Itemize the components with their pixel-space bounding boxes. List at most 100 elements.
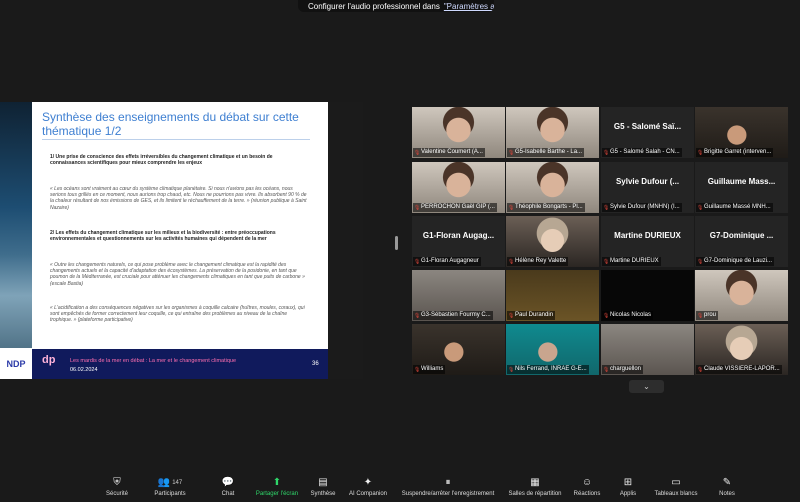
participant-name: charguellon — [610, 366, 642, 372]
split-view-handle[interactable] — [395, 236, 398, 250]
participant-display-name: Guillaume Mass... — [707, 177, 776, 186]
muted-mic-icon: 🎙 — [603, 312, 610, 319]
whiteboard-icon: ▭ — [671, 477, 681, 488]
toolbar-label: Notes — [719, 491, 735, 497]
participant-name-label: 🎙 Sylvie Dufour (MNHN) (I... — [602, 203, 682, 212]
muted-mic-icon: 🎙 — [414, 204, 421, 211]
participant-tile[interactable]: 🎙 G5-Isabelle Barthe - La... — [506, 107, 599, 158]
participant-tile[interactable]: 🎙 prou — [695, 270, 788, 321]
reactions-icon: ☺ — [581, 477, 593, 488]
participant-name-label: 🎙 Martine DURIEUX — [602, 257, 661, 266]
notes-button[interactable]: ✎ Notes — [712, 470, 742, 502]
toolbar-label: Partager l'écran — [255, 491, 299, 497]
participant-tile[interactable]: G1-Floran Augag... 🎙 G1-Floran Augagneur — [412, 216, 505, 267]
muted-mic-icon: 🎙 — [508, 258, 515, 265]
meeting-toolbar: ⛨ Sécurité 👥 147 Participants 💬 Chat ⬆ Partager … — [0, 470, 800, 502]
chat-icon: 💬 — [221, 477, 235, 488]
ai-companion-icon: ✦ — [363, 477, 373, 488]
presentation-slide: Synthèse des enseignements du débat sur … — [32, 102, 328, 379]
breakout-icon: ▦ — [530, 477, 540, 488]
participant-tile[interactable]: 🎙 Nicolas Nicolas — [601, 270, 694, 321]
slide-point-1: 1/ Une prise de conscience des effets ir… — [50, 154, 273, 167]
footer-date: 06.02.2024 — [70, 367, 98, 373]
apps-button[interactable]: ⊞ Applis — [613, 470, 643, 502]
participant-name-label: 🎙 Brigitte Garret (interven... — [696, 148, 774, 157]
toolbar-label: AI Companion — [348, 491, 388, 497]
participant-name-label: 🎙 PERROCHON Gaël GIP (... — [413, 203, 497, 212]
share-screen-button[interactable]: ⬆ Partager l'écran — [254, 470, 300, 502]
participant-tile[interactable]: 🎙 Claude VISSIERE-LAPOR... — [695, 324, 788, 375]
participant-name-label: 🎙 Nicolas Nicolas — [602, 311, 654, 320]
participant-name-label: 🎙 G5-Isabelle Barthe - La... — [507, 148, 585, 157]
record-button[interactable]: ⏸ Suspendre/arrêter l'enregistrement — [399, 470, 497, 502]
ai-companion-button[interactable]: ✦ AI Companion — [344, 470, 392, 502]
participant-name: Théophile Bongarts - Pl... — [515, 204, 583, 210]
audio-settings-link[interactable]: "Paramètres audio" — [444, 2, 494, 11]
participant-tile[interactable]: 🎙 Nils Ferrand, INRAE G-E... — [506, 324, 599, 375]
participant-name-label: 🎙 G1-Floran Augagneur — [413, 257, 481, 266]
participant-name: G7-Dominique de Lauzi... — [704, 258, 773, 264]
participant-display-name: G1-Floran Augag... — [422, 231, 495, 240]
share-screen-icon: ⬆ — [272, 477, 282, 488]
muted-mic-icon: 🎙 — [697, 204, 704, 211]
muted-mic-icon: 🎙 — [603, 366, 610, 373]
summary-button[interactable]: ▤ Synthèse — [305, 470, 341, 502]
participant-name: prou — [704, 312, 717, 318]
participant-tile[interactable]: Martine DURIEUX 🎙 Martine DURIEUX — [601, 216, 694, 267]
participant-name-label: 🎙 prou — [696, 311, 719, 320]
participant-tile[interactable]: 🎙 Williams — [412, 324, 505, 375]
participant-tile[interactable]: 🎙 Théophile Bongarts - Pl... — [506, 162, 599, 213]
toolbar-label: Chat — [221, 491, 235, 497]
participant-tile[interactable]: 🎙 G3-Sébastien Fourmy C... — [412, 270, 505, 321]
gallery-next-page-button[interactable]: ⌄ — [629, 380, 664, 393]
toolbar-label: Réactions — [573, 491, 601, 497]
muted-mic-icon: 🎙 — [697, 312, 704, 319]
toolbar-label: Salles de répartition — [508, 491, 562, 497]
record-icon: ⏸ — [445, 477, 451, 488]
participant-display-name: Sylvie Dufour (... — [615, 177, 680, 186]
participant-display-name: Martine DURIEUX — [614, 231, 681, 240]
muted-mic-icon: 🎙 — [414, 366, 421, 373]
participant-tile[interactable]: 🎙 charguellon — [601, 324, 694, 375]
participant-tile[interactable]: G5 - Salomé Saï... 🎙 G5 - Salomé Salah - C… — [601, 107, 694, 158]
participant-tile[interactable]: Guillaume Mass... 🎙 Guillaume Massé MNH... — [695, 162, 788, 213]
participant-name-label: 🎙 Paul Durandin — [507, 311, 556, 320]
participant-tile[interactable]: Sylvie Dufour (... 🎙 Sylvie Dufour (MNHN) … — [601, 162, 694, 213]
shield-button[interactable]: ⛨ Sécurité — [97, 470, 137, 502]
muted-mic-icon: 🎙 — [414, 258, 421, 265]
participant-tile[interactable]: G7-Dominique ... 🎙 G7-Dominique de Lauzi..… — [695, 216, 788, 267]
muted-mic-icon: 🎙 — [603, 204, 610, 211]
muted-mic-icon: 🎙 — [697, 149, 704, 156]
whiteboard-button[interactable]: ▭ Tableaux blancs — [650, 470, 702, 502]
slide-quote-1: « Les océans sont vraiment au cœur du sy… — [50, 186, 307, 211]
participant-name: PERROCHON Gaël GIP (... — [421, 204, 495, 210]
title-divider — [42, 139, 310, 140]
toolbar-label: Synthèse — [310, 491, 336, 497]
toolbar-label: Sécurité — [105, 491, 128, 497]
breakout-button[interactable]: ▦ Salles de répartition — [503, 470, 567, 502]
toolbar-label: Suspendre/arrêter l'enregistrement — [401, 491, 495, 497]
participant-tile[interactable]: 🎙 Valentine Coumert (A... — [412, 107, 505, 158]
participant-name-label: 🎙 G7-Dominique de Lauzi... — [696, 257, 775, 266]
muted-mic-icon: 🎙 — [697, 366, 704, 373]
participant-name: Nils Ferrand, INRAE G-E... — [515, 366, 587, 372]
slide-footer: dp Les mardis de la mer en débat : La me… — [32, 349, 328, 379]
participant-tile[interactable]: 🎙 Brigitte Garret (interven... — [695, 107, 788, 158]
audio-notification: Configurer l'audio professionnel dans "P… — [298, 0, 494, 12]
participant-tile[interactable]: 🎙 Hélène Rey Valette — [506, 216, 599, 267]
participant-tile[interactable]: 🎙 PERROCHON Gaël GIP (... — [412, 162, 505, 213]
participants-button[interactable]: 👥 147 Participants — [147, 470, 193, 502]
participant-name-label: 🎙 Nils Ferrand, INRAE G-E... — [507, 365, 589, 374]
participant-name: Sylvie Dufour (MNHN) (I... — [610, 204, 680, 210]
participant-name-label: 🎙 Hélène Rey Valette — [507, 257, 569, 266]
chat-button[interactable]: 💬 Chat — [213, 470, 243, 502]
slide-title: Synthèse des enseignements du débat sur … — [42, 110, 299, 138]
slide-number: 36 — [312, 361, 319, 367]
slide-quote-3: « L'acidification a des conséquences nég… — [50, 305, 305, 324]
participant-tile[interactable]: 🎙 Paul Durandin — [506, 270, 599, 321]
participant-name: Valentine Coumert (A... — [421, 149, 483, 155]
participant-name-label: 🎙 G3-Sébastien Fourmy C... — [413, 311, 493, 320]
shield-icon: ⛨ — [113, 477, 121, 488]
participant-name: Paul Durandin — [515, 312, 554, 318]
reactions-button[interactable]: ☺ Réactions — [567, 470, 607, 502]
